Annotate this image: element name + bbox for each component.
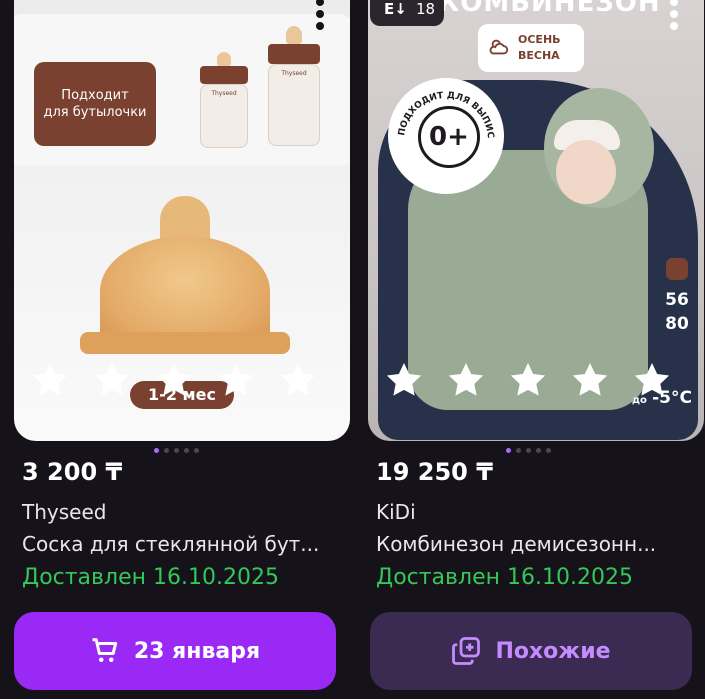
carousel-indicator xyxy=(154,448,199,453)
product-image[interactable]: КОМБИНЕЗОН ОСЕНЬ ВЕСНА ПОДХОДИТ ДЛЯ ВЫПИ… xyxy=(368,0,704,441)
product-image[interactable]: Подходит для бутылочки Thyseed Thyseed 1-… xyxy=(14,0,350,441)
product-brand: Thyseed xyxy=(22,500,107,524)
star-icon[interactable] xyxy=(384,360,424,400)
weather-icon xyxy=(489,39,509,55)
age-badge: ПОДХОДИТ ДЛЯ ВЫПИСКИ 0+ xyxy=(388,78,504,194)
cart-icon xyxy=(92,638,117,662)
sort-badge[interactable]: E↓ 18 xyxy=(370,0,444,26)
star-icon[interactable] xyxy=(508,360,548,400)
carousel-dot xyxy=(184,448,189,453)
similar-icon xyxy=(452,637,481,665)
delivery-status: Доставлен 16.10.2025 xyxy=(376,565,633,590)
star-icon[interactable] xyxy=(154,360,194,400)
star-icon[interactable] xyxy=(278,360,318,400)
carousel-dot xyxy=(516,448,521,453)
buy-again-button[interactable]: 23 января xyxy=(14,612,336,690)
product-card-thyseed[interactable]: Подходит для бутылочки Thyseed Thyseed 1-… xyxy=(14,0,350,690)
bottle-small-image: Thyseed xyxy=(200,52,248,148)
carousel-dot xyxy=(164,448,169,453)
star-icon[interactable] xyxy=(570,360,610,400)
product-name[interactable]: Соска для стеклянной бут... xyxy=(22,532,342,556)
carousel-dot xyxy=(506,448,511,453)
similar-button[interactable]: Похожие xyxy=(370,612,692,690)
delivery-status: Доставлен 16.10.2025 xyxy=(22,565,279,590)
sort-icon: E↓ xyxy=(384,0,407,18)
carousel-dot xyxy=(546,448,551,453)
star-icon[interactable] xyxy=(632,360,672,400)
season-badge: ОСЕНЬ ВЕСНА xyxy=(478,24,584,72)
nipple-image xyxy=(80,196,290,356)
carousel-dot xyxy=(154,448,159,453)
rating-stars[interactable] xyxy=(384,360,704,404)
product-brand: KiDi xyxy=(376,500,416,524)
carousel-dot xyxy=(194,448,199,453)
buy-again-label: 23 января xyxy=(133,638,261,664)
star-icon[interactable] xyxy=(216,360,256,400)
image-title: КОМБИНЕЗОН xyxy=(438,0,661,18)
product-name[interactable]: Комбинезон демисезонн... xyxy=(376,532,696,556)
product-card-kidi[interactable]: КОМБИНЕЗОН ОСЕНЬ ВЕСНА ПОДХОДИТ ДЛЯ ВЫПИ… xyxy=(368,0,704,690)
rating-stars[interactable] xyxy=(30,360,350,404)
baby-face-image xyxy=(556,140,616,204)
fit-info-box: Подходит для бутылочки Thyseed Thyseed xyxy=(14,14,350,166)
carousel-dot xyxy=(536,448,541,453)
star-icon[interactable] xyxy=(30,360,70,400)
star-icon[interactable] xyxy=(92,360,132,400)
more-options-icon[interactable] xyxy=(670,0,678,34)
size-icon xyxy=(666,258,688,280)
carousel-indicator xyxy=(506,448,551,453)
size-range: 56 80 xyxy=(662,258,692,336)
bottle-large-image: Thyseed xyxy=(268,26,320,146)
similar-label: Похожие xyxy=(495,638,611,664)
product-price: 3 200 ₸ xyxy=(22,458,123,486)
carousel-dot xyxy=(526,448,531,453)
more-options-icon[interactable] xyxy=(316,0,324,34)
star-icon[interactable] xyxy=(446,360,486,400)
product-price: 19 250 ₸ xyxy=(376,458,493,486)
carousel-dot xyxy=(174,448,179,453)
fit-badge: Подходит для бутылочки xyxy=(34,62,156,146)
